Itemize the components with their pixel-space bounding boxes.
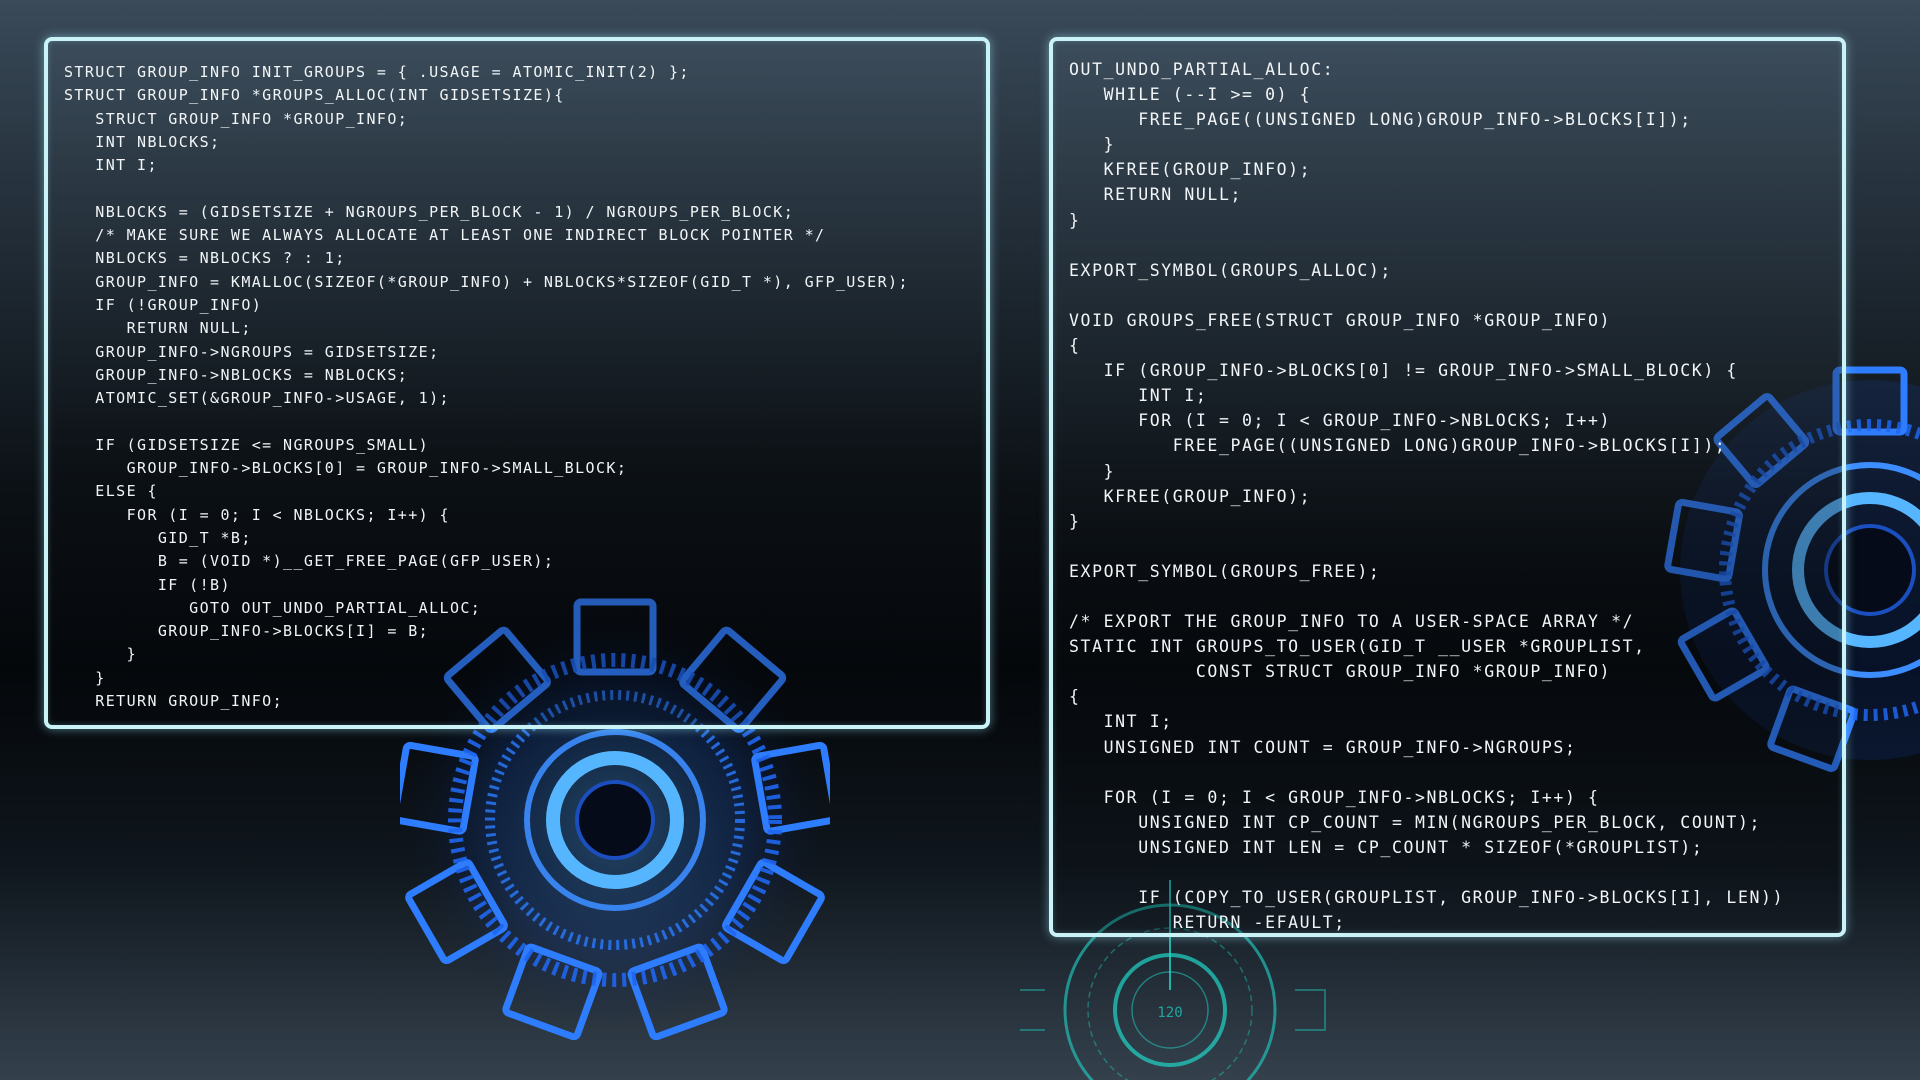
code-line: IF (GROUP_INFO->BLOCKS[0] != GROUP_INFO-… [1069, 361, 1738, 381]
code-line: } [1069, 511, 1081, 531]
code-line: FOR (I = 0; I < GROUP_INFO->NBLOCKS; I++… [1069, 787, 1600, 807]
code-line: FREE_PAGE((UNSIGNED LONG)GROUP_INFO->BLO… [1069, 436, 1727, 456]
code-line: STRUCT GROUP_INFO INIT_GROUPS = { .USAGE… [64, 63, 690, 81]
code-line: NBLOCKS = (GIDSETSIZE + NGROUPS_PER_BLOC… [64, 202, 795, 221]
code-line: WHILE (--I >= 0) { [1069, 85, 1312, 105]
code-line: IF (COPY_TO_USER(GROUPLIST, GROUP_INFO->… [1069, 888, 1785, 908]
code-line: GROUP_INFO->BLOCKS[I] = B; [64, 622, 430, 641]
code-line: STRUCT GROUP_INFO *GROUPS_ALLOC(INT GIDS… [64, 86, 565, 105]
code-line: } [1069, 461, 1116, 481]
code-line: ATOMIC_SET(&GROUP_INFO->USAGE, 1); [64, 389, 450, 408]
code-line: { [1069, 336, 1081, 356]
code-line: KFREE(GROUP_INFO); [1069, 486, 1312, 506]
code-line: RETURN GROUP_INFO; [64, 692, 284, 711]
code-line: IF (!GROUP_INFO) [64, 295, 263, 314]
code-line: } [1069, 210, 1081, 230]
code-panel-left: STRUCT GROUP_INFO INIT_GROUPS = { .USAGE… [44, 37, 990, 729]
code-line: ELSE { [64, 482, 158, 501]
code-line: STATIC INT GROUPS_TO_USER(GID_T __USER *… [1069, 637, 1646, 657]
code-line: INT NBLOCKS; [64, 132, 221, 151]
code-line: NBLOCKS = NBLOCKS ? : 1; [64, 249, 346, 268]
code-line: GROUP_INFO->NBLOCKS = NBLOCKS; [64, 365, 409, 384]
code-line: EXPORT_SYMBOL(GROUPS_FREE); [1069, 561, 1381, 581]
code-line: GOTO OUT_UNDO_PARTIAL_ALLOC; [64, 598, 482, 617]
code-block-right: OUT_UNDO_PARTIAL_ALLOC: WHILE (--I >= 0)… [1069, 57, 1785, 933]
code-line: } [64, 668, 106, 687]
code-line: VOID GROUPS_FREE(STRUCT GROUP_INFO *GROU… [1069, 310, 1612, 330]
code-line: INT I; [1069, 386, 1208, 406]
code-line: INT I; [1069, 712, 1173, 732]
code-line: GID_T *B; [64, 528, 252, 547]
code-line: FREE_PAGE((UNSIGNED LONG)GROUP_INFO->BLO… [1069, 110, 1692, 130]
code-line: { [1069, 687, 1081, 707]
code-line: EXPORT_SYMBOL(GROUPS_ALLOC); [1069, 260, 1392, 280]
code-line: GROUP_INFO->BLOCKS[0] = GROUP_INFO->SMAL… [64, 459, 628, 478]
hud-dial-value: 120 [1157, 1005, 1182, 1021]
code-line: UNSIGNED INT CP_COUNT = MIN(NGROUPS_PER_… [1069, 812, 1762, 832]
code-line: B = (VOID *)__GET_FREE_PAGE(GFP_USER); [64, 552, 555, 571]
code-line: FOR (I = 0; I < NBLOCKS; I++) { [64, 505, 450, 524]
code-line: /* EXPORT THE GROUP_INFO TO A USER-SPACE… [1069, 612, 1635, 632]
code-line: UNSIGNED INT LEN = CP_COUNT * SIZEOF(*GR… [1069, 837, 1704, 857]
code-line: STRUCT GROUP_INFO *GROUP_INFO; [64, 109, 409, 128]
code-line: IF (!B) [64, 575, 231, 594]
code-line: IF (GIDSETSIZE <= NGROUPS_SMALL) [64, 435, 430, 454]
code-line: KFREE(GROUP_INFO); [1069, 160, 1312, 180]
code-line: RETURN NULL; [1069, 185, 1243, 205]
code-line: GROUP_INFO = KMALLOC(SIZEOF(*GROUP_INFO)… [64, 272, 909, 291]
code-line: OUT_UNDO_PARTIAL_ALLOC: [1069, 60, 1335, 79]
code-block-left: STRUCT GROUP_INFO INIT_GROUPS = { .USAGE… [64, 61, 909, 713]
code-line: } [64, 645, 138, 664]
code-line: INT I; [64, 156, 158, 175]
code-line: } [1069, 135, 1116, 155]
code-line: FOR (I = 0; I < GROUP_INFO->NBLOCKS; I++… [1069, 411, 1612, 431]
code-line: GROUP_INFO->NGROUPS = GIDSETSIZE; [64, 342, 440, 361]
code-line: UNSIGNED INT COUNT = GROUP_INFO->NGROUPS… [1069, 737, 1577, 757]
code-panel-right: OUT_UNDO_PARTIAL_ALLOC: WHILE (--I >= 0)… [1049, 37, 1846, 937]
code-line: CONST STRUCT GROUP_INFO *GROUP_INFO) [1069, 662, 1612, 682]
code-line: RETURN NULL; [64, 319, 252, 338]
code-line: RETURN -EFAULT; [1069, 913, 1346, 933]
code-line: /* MAKE SURE WE ALWAYS ALLOCATE AT LEAST… [64, 226, 826, 245]
